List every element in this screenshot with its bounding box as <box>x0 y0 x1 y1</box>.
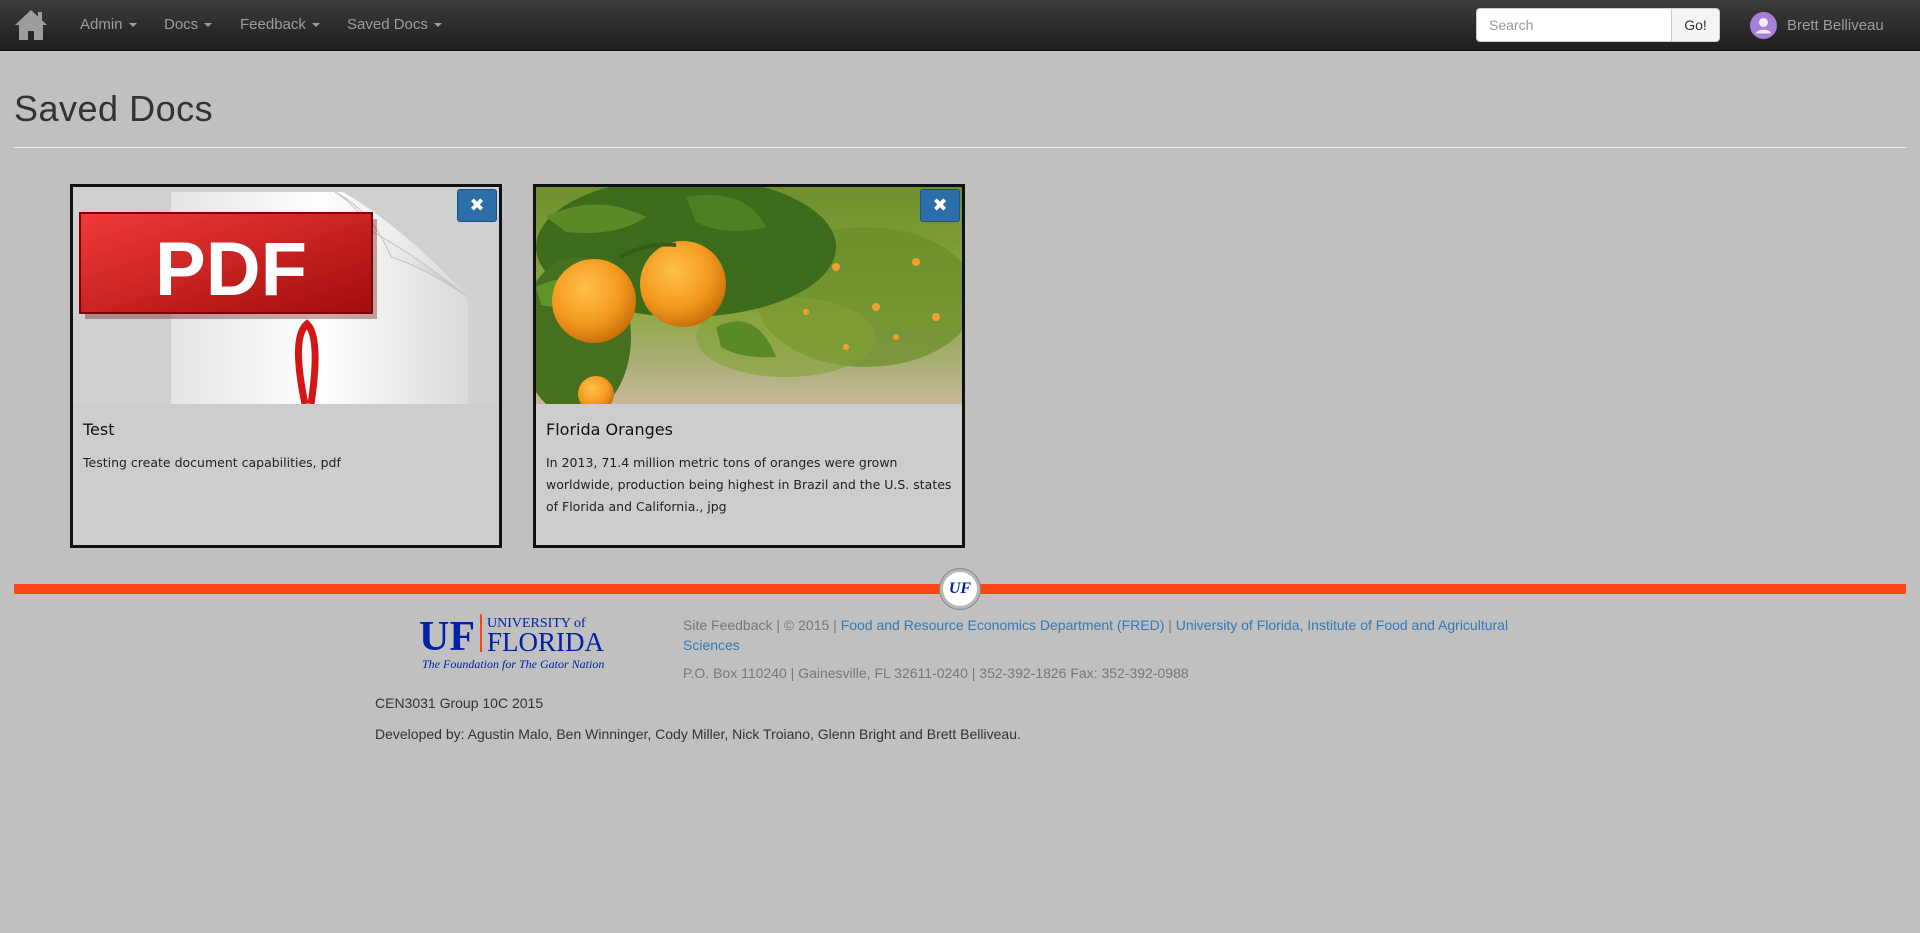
uf-seal-icon: UF <box>940 569 980 609</box>
nav-menu-admin[interactable]: Admin <box>80 0 137 50</box>
oranges-photo <box>536 187 962 404</box>
svg-text:UF: UF <box>419 614 475 660</box>
card-description: Testing create document capabilities, pd… <box>83 455 341 470</box>
home-icon[interactable] <box>14 9 48 41</box>
chevron-down-icon <box>204 23 213 28</box>
nav-menu-saved-docs-label: Saved Docs <box>347 16 428 33</box>
footer-developers: Developed by: Agustin Malo, Ben Winninge… <box>375 726 1021 742</box>
fred-link[interactable]: Food and Resource Economics Department (… <box>841 617 1165 633</box>
card-description: In 2013, 71.4 million metric tons of ora… <box>546 455 952 514</box>
footer-address: P.O. Box 110240 | Gainesville, FL 32611-… <box>683 665 1189 681</box>
nav-menu-saved-docs[interactable]: Saved Docs <box>347 0 442 50</box>
chevron-down-icon <box>311 23 320 28</box>
nav-menu-admin-label: Admin <box>80 16 123 33</box>
page-title: Saved Docs <box>14 88 214 129</box>
nav-menu-feedback[interactable]: Feedback <box>240 0 320 50</box>
svg-text:FLORIDA: FLORIDA <box>487 627 605 657</box>
saved-doc-card[interactable]: ✖ Florida Oranges In 2013, 71.4 million … <box>533 184 965 548</box>
search-go-button[interactable]: Go! <box>1671 8 1720 42</box>
nav-menu-docs[interactable]: Docs <box>164 0 213 50</box>
card-title: Florida Oranges <box>546 420 673 439</box>
svg-text:The Foundation for The Gator N: The Foundation for The Gator Nation <box>422 657 604 671</box>
top-navbar: Admin Docs Feedback Saved Docs Go! Brett… <box>0 0 1920 51</box>
search-input[interactable] <box>1476 8 1672 42</box>
site-feedback-text: Site Feedback | © 2015 | <box>683 617 837 633</box>
user-menu[interactable]: Brett Belliveau <box>1750 11 1884 39</box>
pdf-document-icon: PDF <box>73 187 499 404</box>
remove-doc-button[interactable]: ✖ <box>457 189 497 222</box>
pdf-label: PDF <box>155 227 307 312</box>
footer-separator: | <box>1168 617 1172 633</box>
close-icon: ✖ <box>469 195 485 215</box>
saved-doc-card[interactable]: PDF ✖ Test Testing create document capab… <box>70 184 502 548</box>
nav-menu-feedback-label: Feedback <box>240 16 306 33</box>
nav-menu-docs-label: Docs <box>164 16 199 33</box>
user-name: Brett Belliveau <box>1787 16 1884 34</box>
header-divider <box>14 147 1906 148</box>
university-of-florida-logo: UF UNIVERSITY of FLORIDA The Foundation … <box>419 614 605 671</box>
remove-doc-button[interactable]: ✖ <box>920 189 960 222</box>
card-title: Test <box>83 420 115 439</box>
user-avatar-icon <box>1750 11 1777 39</box>
chevron-down-icon <box>433 23 442 28</box>
uf-seal-text: UF <box>948 580 972 597</box>
footer-group: CEN3031 Group 10C 2015 <box>375 695 544 711</box>
chevron-down-icon <box>128 23 137 28</box>
close-icon: ✖ <box>932 195 948 215</box>
footer-links: Site Feedback | © 2015 | Food and Resour… <box>683 615 1543 655</box>
